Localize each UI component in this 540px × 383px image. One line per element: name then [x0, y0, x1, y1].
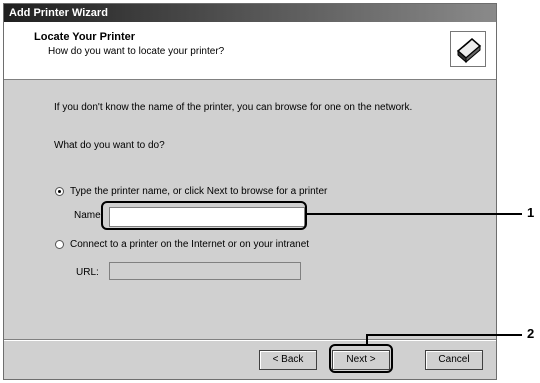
radio-connect-internet[interactable] [55, 240, 64, 249]
page-subtitle: How do you want to locate your printer? [48, 46, 225, 57]
radio-type-printer-name[interactable] [55, 187, 64, 196]
button-separator [4, 339, 496, 341]
url-field-label: URL: [76, 267, 99, 278]
callout-1-leader-line [307, 213, 522, 215]
callout-2-highlight [329, 344, 393, 373]
add-printer-wizard-window: Add Printer Wizard Locate Your Printer H… [3, 3, 497, 380]
question-text: What do you want to do? [54, 140, 165, 151]
window-titlebar: Add Printer Wizard [4, 4, 496, 22]
radio-label-connect-internet: Connect to a printer on the Internet or … [70, 239, 310, 250]
name-field-label: Name: [74, 210, 104, 221]
intro-text: If you don't know the name of the printe… [54, 102, 413, 113]
callout-2-leader-line [366, 334, 522, 336]
callout-1-highlight [101, 201, 307, 230]
page-title: Locate Your Printer [34, 31, 136, 43]
url-input[interactable] [109, 262, 301, 280]
back-button[interactable]: < Back [259, 350, 317, 370]
callout-2-label: 2 [527, 326, 535, 341]
wizard-header: Locate Your Printer How do you want to l… [4, 22, 496, 80]
callout-2-leader-drop [366, 334, 368, 345]
radio-label-type-printer-name: Type the printer name, or click Next to … [70, 186, 328, 197]
printer-icon [450, 31, 486, 67]
cancel-button[interactable]: Cancel [425, 350, 483, 370]
callout-1-label: 1 [527, 205, 535, 220]
